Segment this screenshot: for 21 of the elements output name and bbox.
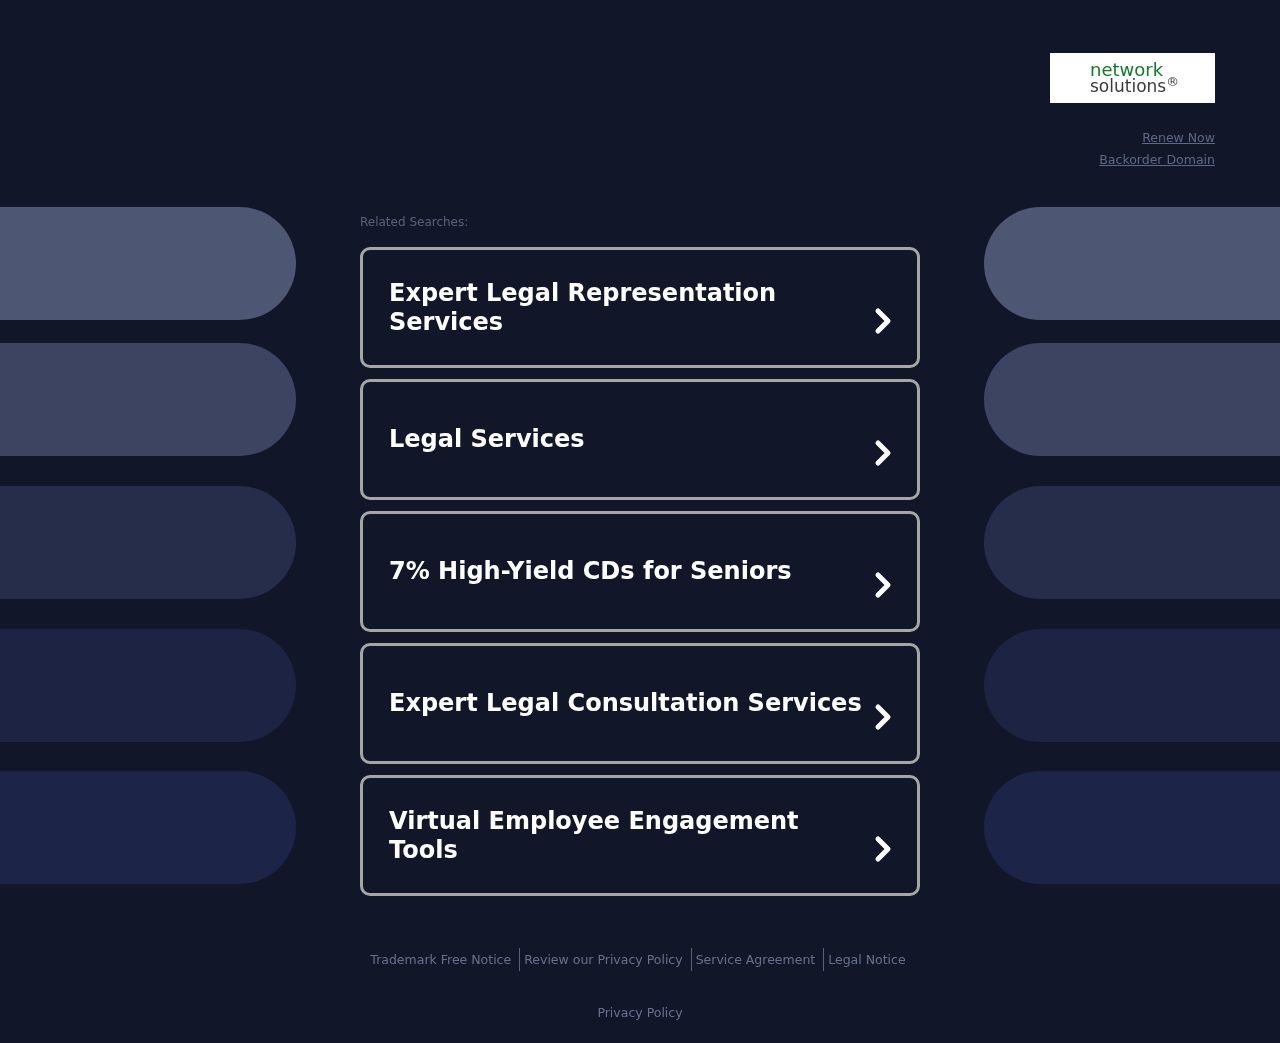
logo-text: network	[1090, 61, 1164, 78]
chevron-right-icon	[874, 703, 892, 731]
related-search-link[interactable]: Virtual Employee Engagement Tools	[360, 775, 920, 896]
related-search-link[interactable]: Expert Legal Consultation Services	[360, 643, 920, 764]
logo-text: solutions$^{®}$	[1090, 78, 1179, 95]
related-search-link[interactable]: Legal Services	[360, 379, 920, 500]
related-search-link[interactable]: Expert Legal Representation Services	[360, 247, 920, 368]
chevron-right-icon	[874, 835, 892, 863]
footer-link[interactable]: Trademark Free Notice	[366, 948, 520, 971]
header-link[interactable]: Backorder Domain	[1099, 149, 1215, 171]
chevron-right-icon	[874, 571, 892, 599]
footer-link[interactable]: Legal Notice	[823, 948, 914, 971]
chevron-right-icon	[874, 307, 892, 335]
related-searches-label: Related Searches:	[360, 215, 469, 230]
footer-link[interactable]: Service Agreement	[690, 948, 824, 971]
related-search-link[interactable]: 7% High-Yield CDs for Seniors	[360, 511, 920, 632]
chevron-right-icon	[874, 439, 892, 467]
footer-link[interactable]: Review our Privacy Policy	[519, 948, 691, 971]
header-link[interactable]: Renew Now	[1142, 127, 1215, 149]
footer-link[interactable]: Privacy Policy	[597, 1001, 683, 1024]
logo[interactable]: network solutions$^{®}$	[1050, 53, 1215, 103]
